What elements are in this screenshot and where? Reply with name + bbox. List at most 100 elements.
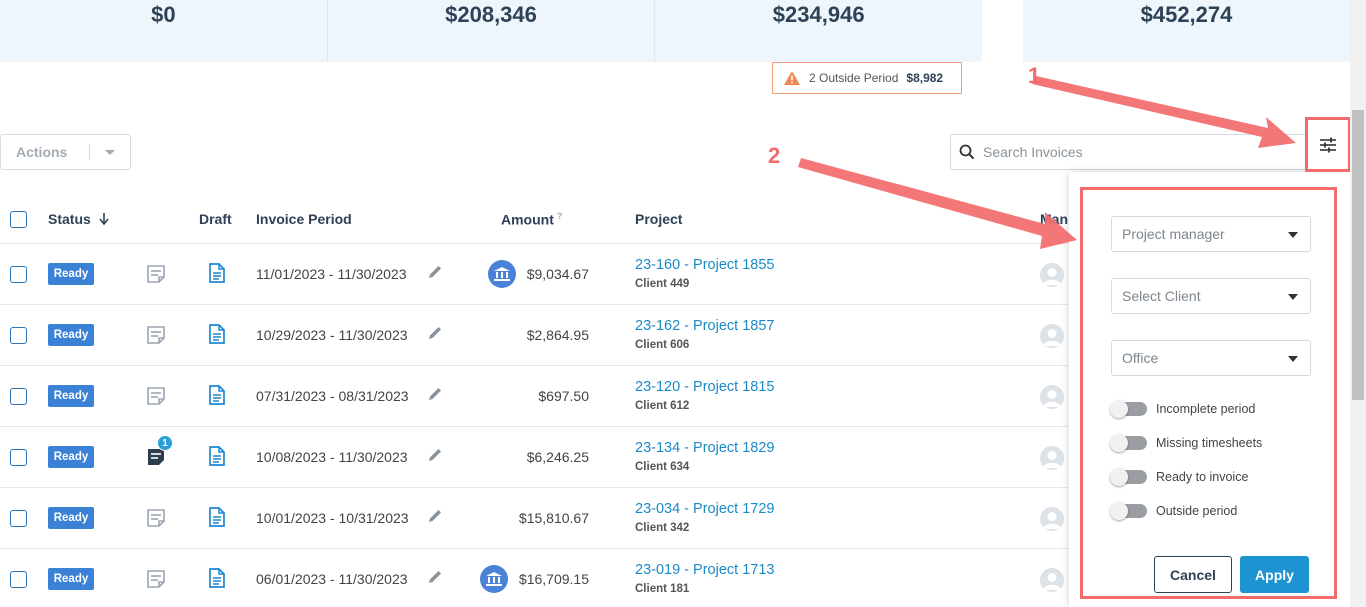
toggle-ready-to-invoice[interactable]: Ready to invoice bbox=[1110, 468, 1248, 486]
row-checkbox[interactable] bbox=[10, 266, 27, 283]
table-row[interactable]: Ready 10/01/2023 - 10/31/2023 $15,810.67 23… bbox=[0, 488, 1070, 549]
summary-value: $452,274 bbox=[1140, 2, 1233, 27]
project-manager-select[interactable]: Project manager bbox=[1111, 216, 1311, 252]
row-checkbox[interactable] bbox=[10, 510, 27, 527]
draft-document-icon[interactable] bbox=[208, 385, 226, 405]
toggle-knob bbox=[1110, 400, 1128, 418]
project-link[interactable]: 23-019 - Project 1713 bbox=[635, 562, 774, 578]
edit-pencil-icon[interactable] bbox=[427, 264, 443, 280]
status-badge[interactable]: Ready bbox=[48, 324, 94, 346]
status-badge[interactable]: Ready bbox=[48, 385, 94, 407]
note-icon[interactable] bbox=[146, 508, 166, 528]
invoice-amount: $2,864.95 bbox=[526, 327, 589, 343]
select-all-checkbox[interactable] bbox=[10, 211, 27, 228]
draft-document-icon[interactable] bbox=[208, 263, 226, 283]
project-link[interactable]: 23-120 - Project 1815 bbox=[635, 379, 774, 395]
chevron-down-icon bbox=[105, 150, 115, 155]
project-link[interactable]: 23-162 - Project 1857 bbox=[635, 318, 774, 334]
divider bbox=[89, 144, 90, 160]
row-checkbox[interactable] bbox=[10, 571, 27, 588]
note-icon[interactable] bbox=[146, 386, 166, 406]
search-box[interactable] bbox=[950, 134, 1342, 170]
column-amount[interactable]: Amount? bbox=[501, 211, 562, 228]
edit-pencil-icon[interactable] bbox=[427, 508, 443, 524]
help-icon[interactable]: ? bbox=[557, 211, 563, 221]
project-manager-placeholder: Project manager bbox=[1122, 226, 1225, 242]
toggle-switch[interactable] bbox=[1110, 434, 1147, 452]
office-select[interactable]: Office bbox=[1111, 340, 1311, 376]
user-avatar-icon[interactable] bbox=[1040, 385, 1064, 409]
toggle-switch[interactable] bbox=[1110, 502, 1147, 520]
status-badge[interactable]: Ready bbox=[48, 263, 94, 285]
vertical-scrollbar[interactable] bbox=[1350, 0, 1366, 607]
toggle-incomplete-period[interactable]: Incomplete period bbox=[1110, 400, 1255, 418]
search-input[interactable] bbox=[983, 144, 1283, 160]
draft-document-icon[interactable] bbox=[208, 446, 226, 466]
project-link[interactable]: 23-134 - Project 1829 bbox=[635, 440, 774, 456]
column-project[interactable]: Project bbox=[635, 211, 682, 227]
note-icon[interactable] bbox=[146, 325, 166, 345]
table-row[interactable]: Ready 10/29/2023 - 11/30/2023 $2,864.95 23-… bbox=[0, 305, 1070, 366]
sort-down-icon bbox=[99, 213, 109, 226]
bank-icon bbox=[488, 260, 516, 288]
invoice-amount: $15,810.67 bbox=[518, 510, 589, 526]
table-row[interactable]: Ready 1 10/08/2023 - 11/30/2023 $6,246.25 23… bbox=[0, 427, 1070, 488]
summary-value: $0 bbox=[151, 2, 176, 27]
client-name: Client 606 bbox=[635, 339, 690, 351]
row-checkbox[interactable] bbox=[10, 327, 27, 344]
column-manager[interactable]: Man bbox=[1040, 211, 1068, 227]
user-avatar-icon[interactable] bbox=[1040, 507, 1064, 531]
status-badge[interactable]: Ready bbox=[48, 507, 94, 529]
user-avatar-icon[interactable] bbox=[1040, 263, 1064, 287]
draft-document-icon[interactable] bbox=[208, 568, 226, 588]
actions-label: Actions bbox=[16, 144, 68, 160]
client-select[interactable]: Select Client bbox=[1111, 278, 1311, 314]
draft-document-icon[interactable] bbox=[208, 507, 226, 527]
status-badge[interactable]: Ready bbox=[48, 446, 94, 468]
client-name: Client 612 bbox=[635, 400, 690, 412]
row-checkbox[interactable] bbox=[10, 388, 27, 405]
edit-pencil-icon[interactable] bbox=[427, 447, 443, 463]
table-row[interactable]: Ready 07/31/2023 - 08/31/2023 $697.50 23-12… bbox=[0, 366, 1070, 427]
note-icon[interactable] bbox=[146, 569, 166, 589]
edit-pencil-icon[interactable] bbox=[427, 325, 443, 341]
client-name: Client 181 bbox=[635, 583, 690, 595]
office-placeholder: Office bbox=[1122, 350, 1159, 366]
invoice-period: 07/31/2023 - 08/31/2023 bbox=[256, 388, 409, 404]
invoice-amount: $697.50 bbox=[538, 388, 589, 404]
row-checkbox[interactable] bbox=[10, 449, 27, 466]
draft-document-icon[interactable] bbox=[208, 324, 226, 344]
cancel-button[interactable]: Cancel bbox=[1154, 556, 1232, 593]
toggle-missing-timesheets[interactable]: Missing timesheets bbox=[1110, 434, 1263, 452]
edit-pencil-icon[interactable] bbox=[427, 569, 443, 585]
actions-dropdown[interactable]: Actions bbox=[0, 134, 131, 170]
toggle-switch[interactable] bbox=[1110, 468, 1147, 486]
outside-period-badge[interactable]: 2 Outside Period $8,982 bbox=[772, 62, 962, 94]
toggle-outside-period[interactable]: Outside period bbox=[1110, 502, 1237, 520]
toggle-label: Missing timesheets bbox=[1156, 436, 1263, 450]
note-icon[interactable] bbox=[146, 264, 166, 284]
user-avatar-icon[interactable] bbox=[1040, 446, 1064, 470]
column-status[interactable]: Status bbox=[48, 211, 109, 227]
user-avatar-icon[interactable] bbox=[1040, 324, 1064, 348]
table-row[interactable]: Ready 11/01/2023 - 11/30/2023 $9,034.67 23-… bbox=[0, 244, 1070, 305]
toggle-switch[interactable] bbox=[1110, 400, 1147, 418]
filter-button[interactable] bbox=[1305, 117, 1351, 172]
user-avatar-icon[interactable] bbox=[1040, 568, 1064, 592]
table-row[interactable]: Ready 06/01/2023 - 11/30/2023 $16,709.15 23… bbox=[0, 549, 1070, 607]
summary-card-total: $452,274 bbox=[1023, 0, 1350, 62]
project-link[interactable]: 23-034 - Project 1729 bbox=[635, 501, 774, 517]
invoice-period: 11/01/2023 - 11/30/2023 bbox=[256, 266, 407, 282]
toggle-knob bbox=[1110, 434, 1128, 452]
scrollbar-thumb[interactable] bbox=[1352, 110, 1364, 400]
status-badge[interactable]: Ready bbox=[48, 568, 94, 590]
client-placeholder: Select Client bbox=[1122, 288, 1201, 304]
project-link[interactable]: 23-160 - Project 1855 bbox=[635, 257, 774, 273]
invoice-period: 06/01/2023 - 11/30/2023 bbox=[256, 571, 408, 587]
apply-button[interactable]: Apply bbox=[1240, 556, 1309, 593]
edit-pencil-icon[interactable] bbox=[427, 386, 443, 402]
invoice-amount: $6,246.25 bbox=[526, 449, 589, 465]
chevron-down-icon bbox=[1288, 232, 1298, 238]
summary-value: $234,946 bbox=[772, 2, 865, 27]
column-invoice-period[interactable]: Invoice Period bbox=[256, 211, 352, 227]
